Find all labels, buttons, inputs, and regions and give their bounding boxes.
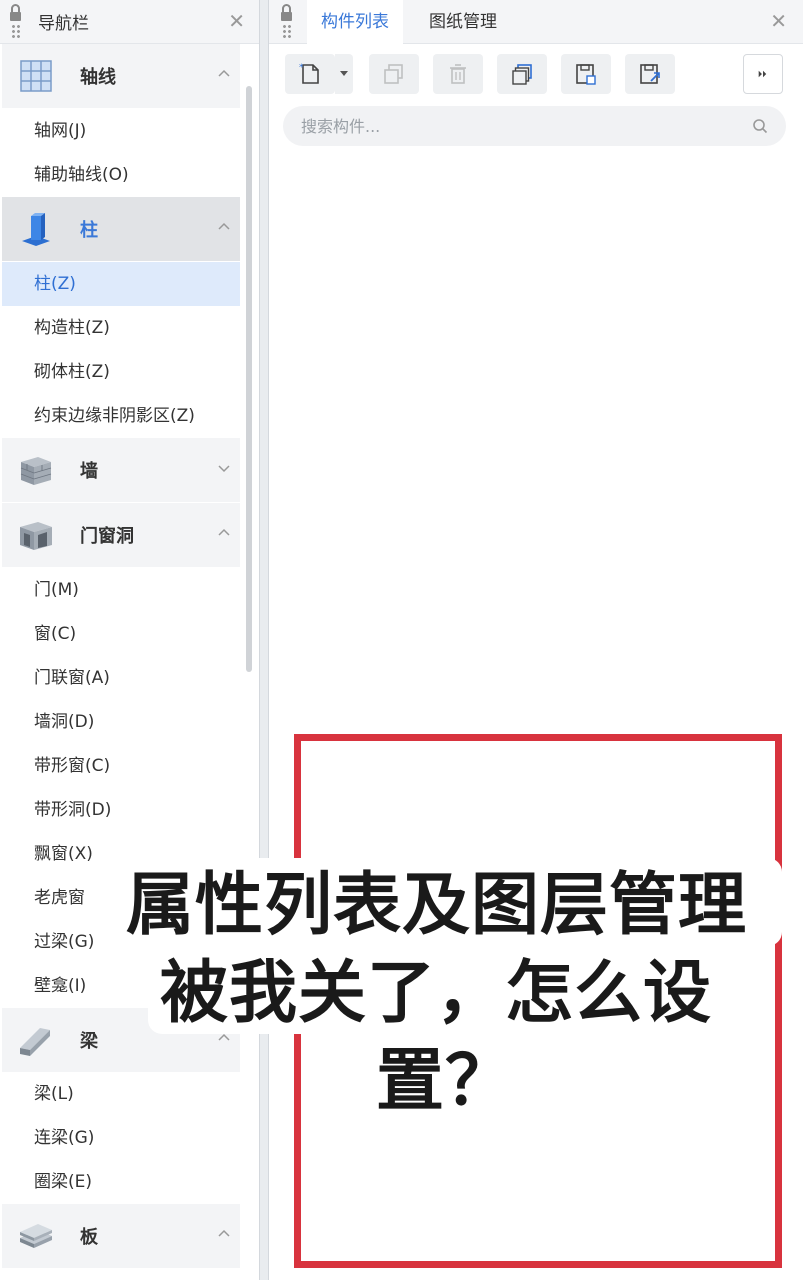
chevron-up-icon[interactable]	[218, 221, 230, 233]
layer-copy-button[interactable]	[497, 54, 547, 94]
lock-icon[interactable]	[271, 0, 301, 44]
nav-item-door[interactable]: 门(M)	[2, 568, 240, 612]
beam-icon	[18, 1022, 54, 1058]
component-toolbar: *	[269, 54, 803, 94]
nav-item-ring-beam[interactable]: 圈梁(E)	[2, 1160, 240, 1204]
grid-icon	[18, 58, 54, 94]
column-icon	[18, 211, 54, 247]
search-icon[interactable]	[752, 118, 768, 134]
category-slab[interactable]: 板	[2, 1204, 240, 1268]
category-label: 门窗洞	[80, 526, 134, 547]
nav-item-coupling-beam[interactable]: 连梁(G)	[2, 1116, 240, 1160]
copy-component-button[interactable]	[369, 54, 419, 94]
caption-line-3: 置？	[376, 1042, 515, 1121]
new-dropdown-button[interactable]	[335, 54, 353, 94]
category-label: 墙	[80, 461, 98, 482]
layer-copy-icon	[512, 64, 532, 85]
chevron-down-icon[interactable]	[218, 462, 230, 474]
category-label: 柱	[80, 220, 98, 241]
nav-panel-header: 导航栏 ✕	[0, 0, 259, 44]
navigation-panel: 导航栏 ✕ 轴线 轴网(J) 辅助轴线(O) 柱 柱(Z) 构造柱(Z) 砌体柱…	[0, 0, 260, 1280]
chevron-up-icon[interactable]	[218, 527, 230, 539]
lock-icon[interactable]	[0, 0, 30, 44]
nav-item-window[interactable]: 窗(C)	[2, 612, 240, 656]
category-axis[interactable]: 轴线	[2, 44, 240, 108]
svg-text:*: *	[299, 63, 304, 73]
category-label: 轴线	[80, 67, 116, 88]
nav-item-strip-hole[interactable]: 带形洞(D)	[2, 788, 240, 832]
nav-item-door-window-combo[interactable]: 门联窗(A)	[2, 656, 240, 700]
search-input[interactable]	[283, 106, 743, 146]
extract-template-icon	[640, 64, 660, 84]
search-box	[283, 106, 786, 146]
caret-down-icon	[340, 71, 348, 76]
extract-template-button[interactable]	[625, 54, 675, 94]
nav-item-column[interactable]: 柱(Z)	[2, 262, 240, 306]
nav-item-strip-window[interactable]: 带形窗(C)	[2, 744, 240, 788]
tab-drawing-management[interactable]: 图纸管理	[415, 0, 511, 44]
new-file-icon: *	[299, 63, 319, 84]
more-tools-button[interactable]	[743, 54, 783, 94]
caption-line-2: 被我关了，怎么设	[160, 954, 713, 1033]
delete-component-button[interactable]	[433, 54, 483, 94]
close-icon[interactable]: ✕	[770, 11, 787, 31]
nav-item-wall-hole[interactable]: 墙洞(D)	[2, 700, 240, 744]
trash-icon	[450, 64, 466, 84]
category-column[interactable]: 柱	[2, 197, 240, 261]
save-template-icon	[576, 64, 596, 85]
nav-item-axis-grid[interactable]: 轴网(J)	[2, 109, 240, 153]
double-arrow-right-icon	[758, 70, 767, 78]
slab-icon	[18, 1218, 54, 1254]
nav-item-auxiliary-axis[interactable]: 辅助轴线(O)	[2, 153, 240, 197]
door-opening-icon	[18, 517, 54, 553]
caption-line-1: 属性列表及图层管理	[126, 866, 748, 945]
category-door-window-opening[interactable]: 门窗洞	[2, 503, 240, 567]
category-label: 梁	[80, 1031, 98, 1052]
category-wall[interactable]: 墙	[2, 438, 240, 502]
copy-icon	[384, 64, 403, 84]
component-panel-header: 构件列表 图纸管理 ✕	[269, 0, 803, 44]
nav-item-constructional-column[interactable]: 构造柱(Z)	[2, 306, 240, 350]
chevron-up-icon[interactable]	[218, 1228, 230, 1240]
nav-panel-title: 导航栏	[38, 14, 89, 34]
new-component-button[interactable]: *	[285, 54, 335, 94]
save-template-button[interactable]	[561, 54, 611, 94]
chevron-up-icon[interactable]	[218, 68, 230, 80]
close-icon[interactable]: ✕	[228, 11, 245, 31]
nav-item-boundary-zone[interactable]: 约束边缘非阴影区(Z)	[2, 394, 240, 438]
brick-wall-icon	[18, 452, 54, 488]
tab-component-list[interactable]: 构件列表	[307, 0, 403, 44]
nav-scrollbar[interactable]	[246, 86, 252, 672]
category-label: 板	[80, 1227, 98, 1248]
nav-item-masonry-column[interactable]: 砌体柱(Z)	[2, 350, 240, 394]
nav-item-beam[interactable]: 梁(L)	[2, 1072, 240, 1116]
app-window: 导航栏 ✕ 轴线 轴网(J) 辅助轴线(O) 柱 柱(Z) 构造柱(Z) 砌体柱…	[0, 0, 803, 1280]
